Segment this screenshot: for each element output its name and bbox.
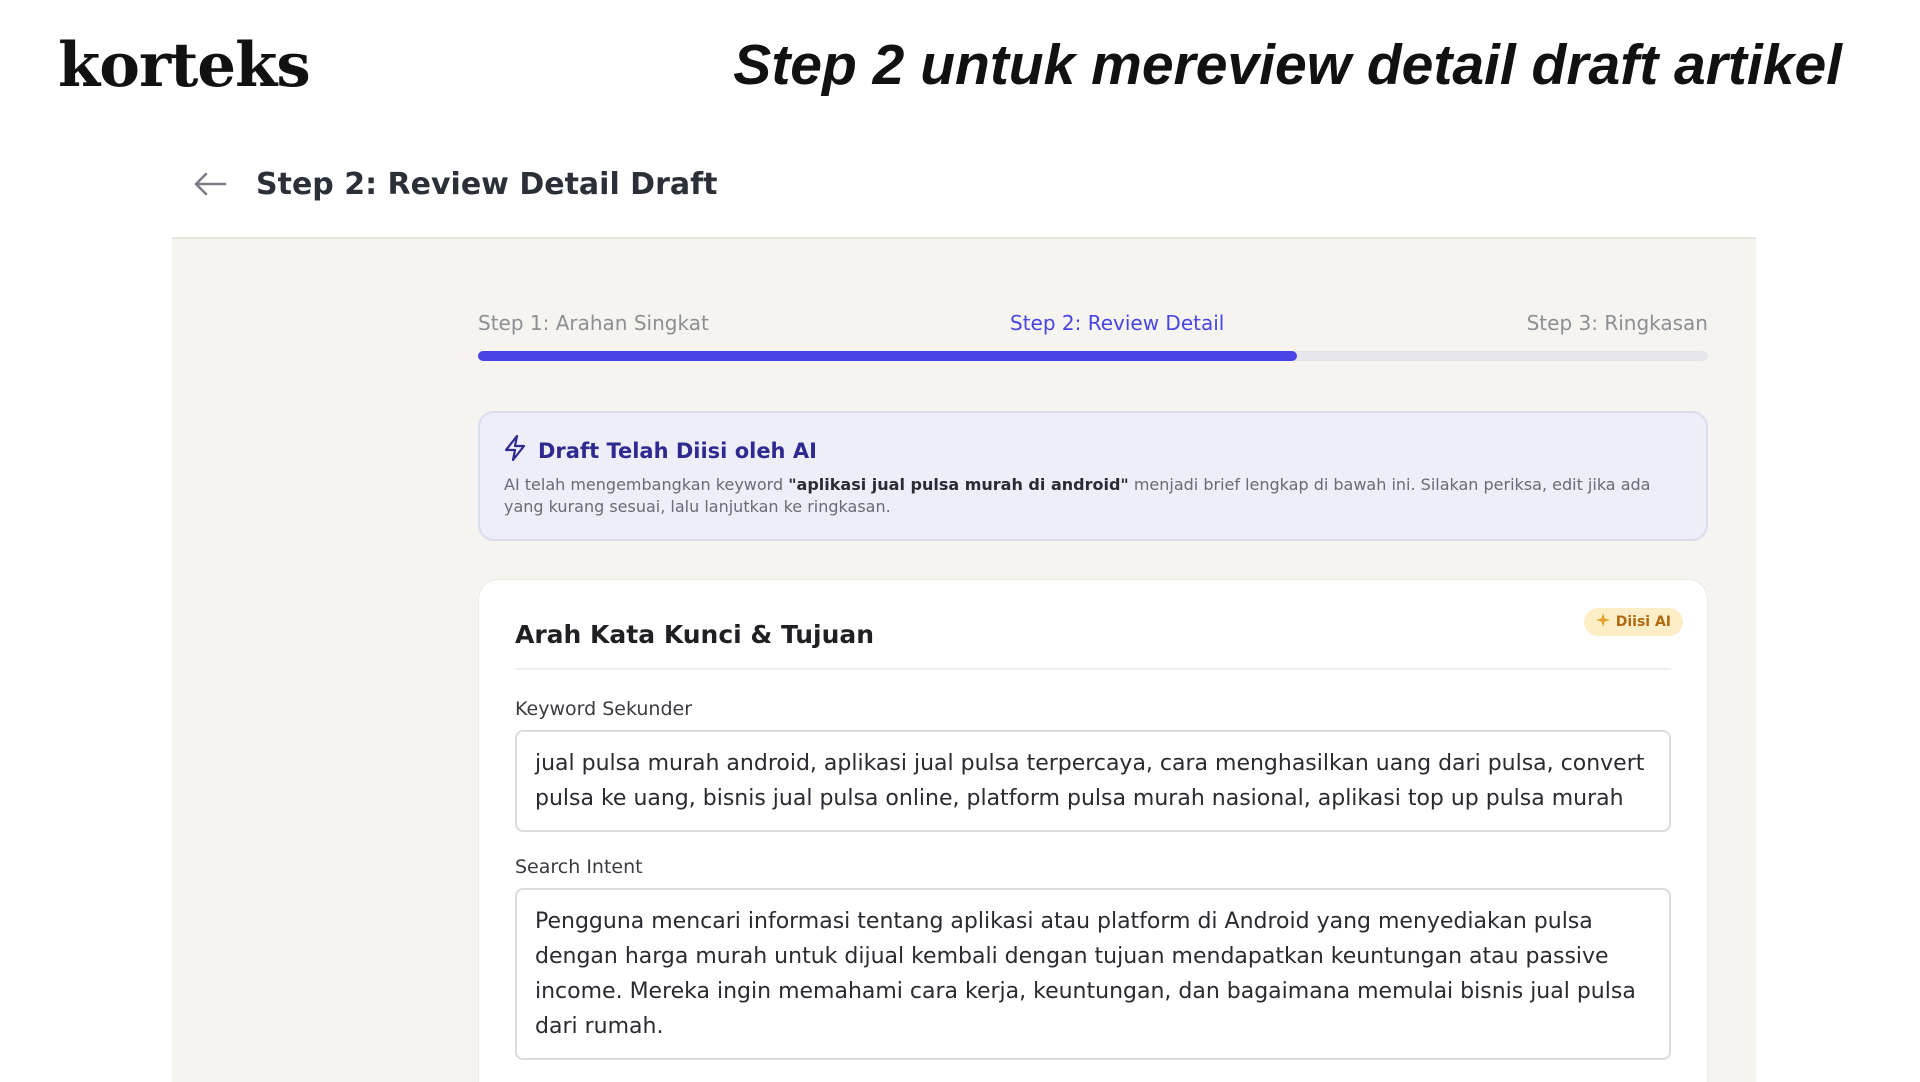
- progress-track: [478, 351, 1708, 361]
- brand-logo: korteks: [58, 30, 311, 101]
- ai-badge-label: Diisi AI: [1615, 614, 1671, 630]
- lightning-icon: [504, 434, 526, 466]
- page-title: Step 2: Review Detail Draft: [256, 166, 718, 202]
- step-1-label[interactable]: Step 1: Arahan Singkat: [478, 311, 709, 335]
- ai-notice-keyword: "aplikasi jual pulsa murah di android": [788, 475, 1129, 494]
- search-intent-field[interactable]: Pengguna mencari informasi tentang aplik…: [515, 888, 1671, 1060]
- sparkle-icon: [1595, 613, 1610, 631]
- arrow-left-icon[interactable]: [190, 164, 230, 204]
- ai-notice-title: Draft Telah Diisi oleh AI: [538, 438, 817, 463]
- step-3-label[interactable]: Step 3: Ringkasan: [1527, 311, 1708, 335]
- search-intent-label: Search Intent: [515, 856, 643, 878]
- keyword-sekunder-label: Keyword Sekunder: [515, 698, 693, 720]
- step-2-label[interactable]: Step 2: Review Detail: [1010, 311, 1224, 335]
- card-title: Arah Kata Kunci & Tujuan: [515, 620, 875, 649]
- card-header: Arah Kata Kunci & Tujuan Diisi AI: [515, 606, 1683, 670]
- progress-fill: [478, 351, 1298, 361]
- ai-notice: Draft Telah Diisi oleh AI AI telah menge…: [478, 411, 1708, 541]
- page-header: Step 2: Review Detail Draft: [190, 164, 718, 204]
- ai-notice-header: Draft Telah Diisi oleh AI: [504, 434, 1682, 466]
- keyword-card: Arah Kata Kunci & Tujuan Diisi AI Keywor…: [478, 579, 1708, 1082]
- ai-notice-text-before: AI telah mengembangkan keyword: [504, 475, 789, 494]
- app-area: Step 1: Arahan Singkat Step 2: Review De…: [172, 237, 1756, 1082]
- headline: Step 2 untuk mereview detail draft artik…: [733, 33, 1842, 97]
- keyword-sekunder-field[interactable]: jual pulsa murah android, aplikasi jual …: [515, 730, 1671, 832]
- ai-badge: Diisi AI: [1583, 608, 1683, 636]
- stepper: Step 1: Arahan Singkat Step 2: Review De…: [478, 311, 1708, 335]
- ai-notice-text: AI telah mengembangkan keyword "aplikasi…: [504, 474, 1682, 518]
